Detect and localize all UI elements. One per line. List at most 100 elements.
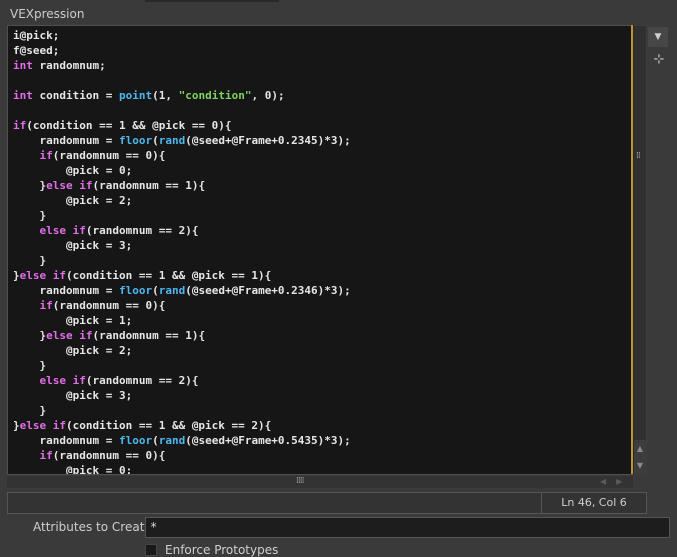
code-editor[interactable]: i@pick; f@seed; int randomnum; int condi… <box>7 25 635 475</box>
code-text-run: (randomnum == 2){ <box>85 374 199 387</box>
code-line: @pick = 3; <box>13 389 132 402</box>
code-text-run: ( <box>152 434 159 447</box>
code-line: @pick = 0; <box>13 464 133 475</box>
code-string: "condition" <box>178 89 252 102</box>
code-line: f@seed; <box>13 44 59 57</box>
code-text-run: @pick = 0; <box>13 464 133 475</box>
code-text-run: (randomnum == 0){ <box>52 449 166 462</box>
code-keyword: else if <box>46 329 93 342</box>
code-text-run: ( <box>152 284 159 297</box>
code-keyword: if <box>39 299 53 312</box>
code-line: if(randomnum == 0){ <box>13 449 166 462</box>
code-text-run <box>13 224 40 237</box>
code-text-run: (condition == 1 && @pick == 2){ <box>65 419 272 432</box>
code-keyword: else if <box>19 419 66 432</box>
panel-title: VEXpression <box>10 7 85 21</box>
code-text-run: } <box>13 254 47 267</box>
code-text-run: randomnum = <box>13 134 119 147</box>
code-keyword: int <box>13 59 33 72</box>
code-text-run: randomnum = <box>13 434 119 447</box>
code-line: @pick = 1; <box>13 314 132 327</box>
code-text-run: @pick = 2; <box>13 344 133 357</box>
code-text-run: (@seed+@Frame+0.5435)*3); <box>185 434 351 447</box>
code-text-run <box>13 299 40 312</box>
enforce-prototypes-checkbox[interactable] <box>145 544 157 556</box>
code-text-run: , 0); <box>251 89 285 102</box>
code-text-run: (randomnum == 1){ <box>92 179 206 192</box>
code-line: } <box>13 404 46 417</box>
code-text-run: @pick = 3; <box>13 389 133 402</box>
code-function: floor <box>118 284 153 297</box>
code-text-run: (@seed+@Frame+0.2345)*3); <box>185 134 351 147</box>
chevron-down-icon[interactable]: ▼ <box>648 27 668 47</box>
code-keyword: else if <box>39 224 86 237</box>
code-text-run: } <box>13 329 47 342</box>
code-line: else if(randomnum == 2){ <box>13 374 199 387</box>
scroll-grip-icon: ⁞⁞ <box>636 151 641 161</box>
code-line: int condition = point(1, "condition", 0)… <box>13 89 285 102</box>
code-text-run: randomnum = <box>13 284 119 297</box>
code-line: } <box>13 359 46 372</box>
code-keyword: int <box>13 89 33 102</box>
code-text-run: } <box>13 359 47 372</box>
code-line: }else if(randomnum == 1){ <box>13 179 205 192</box>
code-text-run: randomnum; <box>32 59 106 72</box>
code-keyword: else if <box>46 179 93 192</box>
code-line: @pick = 0; <box>13 164 132 177</box>
code-text-run: (condition == 1 && @pick == 1){ <box>65 269 272 282</box>
code-line: else if(randomnum == 2){ <box>13 224 199 237</box>
code-keyword: else if <box>19 269 66 282</box>
code-text-run: (randomnum == 1){ <box>92 329 206 342</box>
code-line: @pick = 3; <box>13 239 132 252</box>
code-function: point <box>118 89 153 102</box>
horizontal-scrollbar[interactable] <box>7 476 633 488</box>
code-text-run: @pick = 0; <box>13 164 133 177</box>
scroll-down-icon[interactable]: ▼ <box>634 459 646 473</box>
code-text-run: (1, <box>152 89 179 102</box>
code-keyword: else if <box>39 374 86 387</box>
code-line: if(randomnum == 0){ <box>13 149 166 162</box>
code-text-run: (randomnum == 0){ <box>52 149 166 162</box>
code-line: if(randomnum == 0){ <box>13 299 166 312</box>
code-line: } <box>13 254 46 267</box>
code-text-run: (condition == 1 && @pick == 0){ <box>26 119 232 132</box>
code-text-run: f@seed; <box>13 44 60 57</box>
code-keyword: if <box>39 149 53 162</box>
code-line: @pick = 2; <box>13 344 132 357</box>
code-keyword: if <box>13 119 27 132</box>
code-text-run: } <box>13 179 47 192</box>
code-line: }else if(randomnum == 1){ <box>13 329 205 342</box>
code-text-run: } <box>13 404 47 417</box>
code-text-run: } <box>13 269 20 282</box>
code-text-run: } <box>13 419 20 432</box>
scroll-left-right-icon[interactable]: ◀▶ <box>600 477 632 486</box>
code-line: int randomnum; <box>13 59 106 72</box>
attributes-input[interactable]: * <box>145 517 670 538</box>
code-line: @pick = 2; <box>13 194 132 207</box>
code-function: floor <box>118 134 153 147</box>
attributes-label: Attributes to Create <box>33 520 152 534</box>
code-text-run: condition = <box>32 89 119 102</box>
code-keyword: if <box>39 449 53 462</box>
code-line: }else if(condition == 1 && @pick == 2){ <box>13 419 271 432</box>
code-line: randomnum = floor(rand(@seed+@Frame+0.23… <box>13 134 351 147</box>
code-text-run: } <box>13 209 47 222</box>
code-text-run: @pick = 2; <box>13 194 133 207</box>
code-line: }else if(condition == 1 && @pick == 1){ <box>13 269 271 282</box>
code-line: i@pick; <box>13 29 59 42</box>
code-text-run: (@seed+@Frame+0.2346)*3); <box>185 284 351 297</box>
code-text-run: @pick = 3; <box>13 239 133 252</box>
code-text-run: (randomnum == 0){ <box>52 299 166 312</box>
code-line: randomnum = floor(rand(@seed+@Frame+0.23… <box>13 284 351 297</box>
code-text-run: i@pick; <box>13 29 60 42</box>
vertical-scroll-thumb[interactable] <box>634 26 646 440</box>
code-text-run <box>13 149 40 162</box>
cursor-position: Ln 46, Col 6 <box>561 496 627 509</box>
code-text[interactable]: i@pick; f@seed; int randomnum; int condi… <box>13 28 351 475</box>
top-tab-edge <box>145 0 279 2</box>
code-line: if(condition == 1 && @pick == 0){ <box>13 119 232 132</box>
scroll-up-icon[interactable]: ▲ <box>634 442 646 456</box>
code-text-run <box>13 374 40 387</box>
insert-parameter-icon[interactable]: ⊹ <box>649 52 669 70</box>
resize-grip-icon[interactable]: ⁞⁞⁞⁞ <box>296 476 305 486</box>
